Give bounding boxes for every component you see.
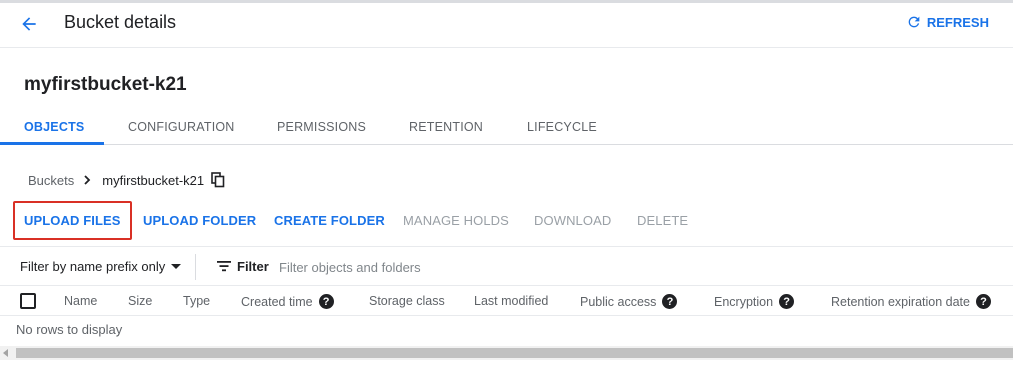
dropdown-arrow-icon [171, 263, 182, 269]
tab-objects[interactable]: OBJECTS [24, 108, 84, 145]
column-label: Created time [241, 294, 313, 309]
column-created-time[interactable]: Created time? [241, 294, 334, 309]
filter-mode-value: Filter by name prefix only [20, 259, 166, 274]
filter-list-icon [217, 260, 231, 272]
filter-input[interactable] [279, 256, 579, 278]
column-label: Public access [580, 294, 657, 309]
filter-bar: Filter by name prefix only Filter [0, 246, 1013, 286]
column-label: Encryption [714, 294, 774, 309]
filter-label: Filter [237, 259, 269, 274]
column-label: Type [183, 294, 211, 308]
tab-label: RETENTION [409, 119, 484, 134]
column-storage-class[interactable]: Storage class [369, 294, 445, 308]
column-label: Retention expiration date [831, 294, 970, 309]
tab-configuration[interactable]: CONFIGURATION [128, 108, 235, 145]
help-icon[interactable]: ? [662, 294, 678, 309]
breadcrumb-buckets[interactable]: Buckets [28, 173, 74, 188]
column-encryption[interactable]: Encryption? [714, 294, 795, 309]
tab-label: PERMISSIONS [277, 119, 367, 134]
column-retention-expiration[interactable]: Retention expiration date? [831, 294, 991, 309]
delete-button[interactable]: DELETE [637, 213, 688, 228]
refresh-button[interactable]: REFRESH [906, 14, 989, 30]
tab-lifecycle[interactable]: LIFECYCLE [527, 108, 597, 145]
divider [195, 254, 196, 280]
column-name[interactable]: Name [64, 294, 97, 308]
column-label: Size [128, 294, 153, 308]
help-icon[interactable]: ? [318, 294, 334, 309]
table-header: Name Size Type Created time? Storage cla… [0, 286, 1013, 316]
refresh-icon [908, 16, 920, 28]
active-tab-indicator [0, 142, 104, 145]
filter-mode-select[interactable]: Filter by name prefix only [20, 259, 182, 274]
download-button[interactable]: DOWNLOAD [534, 213, 611, 228]
upload-files-button[interactable]: UPLOAD FILES [24, 213, 121, 228]
upload-folder-button[interactable]: UPLOAD FOLDER [143, 213, 256, 228]
tab-label: OBJECTS [24, 119, 85, 134]
tab-label: CONFIGURATION [128, 119, 235, 134]
help-icon[interactable]: ? [779, 294, 795, 309]
tab-permissions[interactable]: PERMISSIONS [277, 108, 366, 145]
column-label: Name [64, 294, 98, 308]
manage-holds-button[interactable]: MANAGE HOLDS [403, 213, 509, 228]
empty-table-message: No rows to display [16, 322, 123, 337]
bucket-name: myfirstbucket-k21 [24, 74, 187, 95]
copy-icon[interactable] [211, 172, 225, 188]
create-folder-button[interactable]: CREATE FOLDER [274, 213, 385, 228]
column-type[interactable]: Type [183, 294, 210, 308]
column-label: Last modified [474, 294, 549, 308]
page-title: Bucket details [64, 12, 177, 32]
tab-bar: OBJECTS CONFIGURATION PERMISSIONS RETENT… [0, 108, 1013, 145]
tab-label: LIFECYCLE [527, 119, 597, 134]
scrollbar-thumb[interactable] [16, 348, 1013, 358]
arrow-back-icon [22, 17, 36, 31]
select-all-checkbox[interactable] [20, 293, 36, 309]
column-label: Storage class [369, 294, 445, 308]
column-size[interactable]: Size [128, 294, 152, 308]
column-public-access[interactable]: Public access? [580, 294, 678, 309]
page-header: Bucket details REFRESH [0, 3, 1013, 48]
back-button[interactable] [16, 11, 42, 37]
refresh-label: REFRESH [926, 14, 989, 30]
column-last-modified[interactable]: Last modified [474, 294, 548, 308]
scroll-left-icon[interactable] [3, 349, 8, 357]
help-icon[interactable]: ? [975, 294, 991, 309]
breadcrumb-current: myfirstbucket-k21 [102, 172, 205, 188]
chevron-right-icon [82, 175, 92, 185]
breadcrumb: Buckets myfirstbucket-k21 [28, 172, 225, 188]
horizontal-scrollbar[interactable] [0, 346, 1013, 360]
tab-retention[interactable]: RETENTION [409, 108, 483, 145]
